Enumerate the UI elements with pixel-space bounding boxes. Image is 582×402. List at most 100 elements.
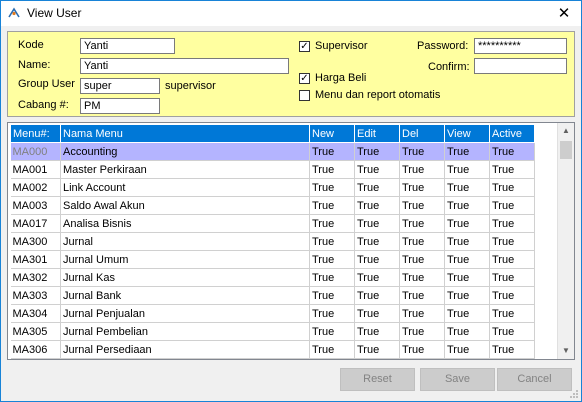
active-cell[interactable]: True [489,322,535,341]
view-cell[interactable]: True [444,250,490,269]
edit-cell[interactable]: True [354,160,400,179]
del-cell[interactable]: True [399,322,445,341]
view-cell[interactable]: True [444,160,490,179]
group-user-field[interactable] [80,78,160,94]
table-row[interactable]: MA305 Jurnal Pembelian True True True True Tru… [10,322,535,341]
name-field[interactable] [80,58,289,74]
column-header-menu-code[interactable]: Menu#: [10,124,61,143]
menu-code-cell[interactable]: MA306 [10,340,61,359]
del-cell[interactable]: True [399,160,445,179]
column-header-view[interactable]: View [444,124,490,143]
save-button[interactable]: Save [420,368,495,391]
new-cell[interactable]: True [309,232,355,251]
new-cell[interactable]: True [309,178,355,197]
menu-code-cell[interactable]: MA000 [10,142,61,161]
new-cell[interactable]: True [309,142,355,161]
kode-field[interactable] [80,38,175,54]
column-header-del[interactable]: Del [399,124,445,143]
menu-name-cell[interactable]: Jurnal Kas [60,268,310,287]
edit-cell[interactable]: True [354,142,400,161]
cancel-button[interactable]: Cancel [497,368,572,391]
active-cell[interactable]: True [489,214,535,233]
view-cell[interactable]: True [444,232,490,251]
edit-cell[interactable]: True [354,196,400,215]
menu-name-cell[interactable]: Jurnal Bank [60,286,310,305]
new-cell[interactable]: True [309,340,355,359]
del-cell[interactable]: True [399,250,445,269]
active-cell[interactable]: True [489,232,535,251]
menu-name-cell[interactable]: Jurnal Persediaan [60,340,310,359]
new-cell[interactable]: True [309,286,355,305]
menu-name-cell[interactable]: Jurnal Pembelian [60,322,310,341]
del-cell[interactable]: True [399,214,445,233]
menu-code-cell[interactable]: MA305 [10,322,61,341]
new-cell[interactable]: True [309,250,355,269]
menu-report-checkbox[interactable] [299,90,310,101]
table-row[interactable]: MA300 Jurnal True True True True True [10,232,535,251]
edit-cell[interactable]: True [354,340,400,359]
del-cell[interactable]: True [399,340,445,359]
edit-cell[interactable]: True [354,178,400,197]
del-cell[interactable]: True [399,304,445,323]
view-cell[interactable]: True [444,322,490,341]
active-cell[interactable]: True [489,340,535,359]
del-cell[interactable]: True [399,232,445,251]
new-cell[interactable]: True [309,322,355,341]
vertical-scrollbar[interactable]: ▲ ▼ [557,123,574,359]
active-cell[interactable]: True [489,178,535,197]
new-cell[interactable]: True [309,268,355,287]
view-cell[interactable]: True [444,178,490,197]
active-cell[interactable]: True [489,268,535,287]
view-cell[interactable]: True [444,286,490,305]
menu-name-cell[interactable]: Analisa Bisnis [60,214,310,233]
menu-name-cell[interactable]: Jurnal Umum [60,250,310,269]
close-button[interactable]: ✕ [547,1,581,26]
column-header-active[interactable]: Active [489,124,535,143]
supervisor-checkbox[interactable]: ✓ [299,41,310,52]
active-cell[interactable]: True [489,286,535,305]
edit-cell[interactable]: True [354,232,400,251]
menu-name-cell[interactable]: Accounting [60,142,310,161]
column-header-new[interactable]: New [309,124,355,143]
menu-name-cell[interactable]: Jurnal [60,232,310,251]
edit-cell[interactable]: True [354,322,400,341]
menu-code-cell[interactable]: MA303 [10,286,61,305]
new-cell[interactable]: True [309,196,355,215]
menu-name-cell[interactable]: Link Account [60,178,310,197]
view-cell[interactable]: True [444,340,490,359]
view-cell[interactable]: True [444,196,490,215]
menu-code-cell[interactable]: MA001 [10,160,61,179]
edit-cell[interactable]: True [354,250,400,269]
view-cell[interactable]: True [444,142,490,161]
column-header-edit[interactable]: Edit [354,124,400,143]
table-row[interactable]: MA001 Master Perkiraan True True True True Tru… [10,160,535,179]
scroll-down-icon[interactable]: ▼ [558,343,574,359]
active-cell[interactable]: True [489,304,535,323]
new-cell[interactable]: True [309,214,355,233]
active-cell[interactable]: True [489,196,535,215]
del-cell[interactable]: True [399,286,445,305]
view-cell[interactable]: True [444,214,490,233]
scrollbar-thumb[interactable] [560,141,572,159]
menu-code-cell[interactable]: MA003 [10,196,61,215]
view-cell[interactable]: True [444,268,490,287]
edit-cell[interactable]: True [354,304,400,323]
edit-cell[interactable]: True [354,268,400,287]
table-row[interactable]: MA304 Jurnal Penjualan True True True True Tru… [10,304,535,323]
view-cell[interactable]: True [444,304,490,323]
scroll-up-icon[interactable]: ▲ [558,123,574,139]
column-header-menu-name[interactable]: Nama Menu [60,124,310,143]
menu-name-cell[interactable]: Jurnal Penjualan [60,304,310,323]
new-cell[interactable]: True [309,304,355,323]
reset-button[interactable]: Reset [340,368,415,391]
table-row[interactable]: MA017 Analisa Bisnis True True True True True [10,214,535,233]
confirm-field[interactable] [474,58,567,74]
resize-grip-icon[interactable] [569,389,579,399]
password-field[interactable] [474,38,567,54]
del-cell[interactable]: True [399,268,445,287]
active-cell[interactable]: True [489,160,535,179]
table-row[interactable]: MA003 Saldo Awal Akun True True True True True [10,196,535,215]
menu-name-cell[interactable]: Master Perkiraan [60,160,310,179]
edit-cell[interactable]: True [354,214,400,233]
menu-code-cell[interactable]: MA304 [10,304,61,323]
